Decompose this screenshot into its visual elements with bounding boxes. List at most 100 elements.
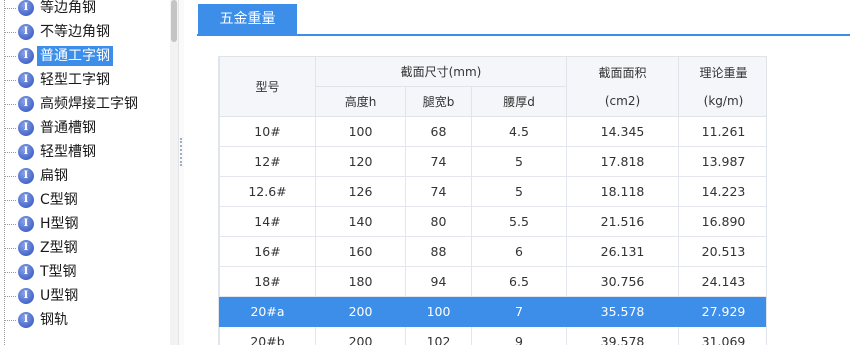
cell-h[interactable]: 180 <box>315 266 406 297</box>
cell-weight[interactable]: 27.929 <box>678 296 766 327</box>
tree-item[interactable]: I Z型钢 <box>0 236 170 260</box>
cell-b[interactable]: 102 <box>405 326 472 345</box>
cell-model[interactable]: 12.6# <box>219 176 316 207</box>
tree-item-label[interactable]: 不等边角钢 <box>37 22 113 42</box>
tab-hardware-weight[interactable]: 五金重量 <box>198 4 297 35</box>
tree-item-label[interactable]: 轻型工字钢 <box>37 70 113 90</box>
tree-item-label[interactable]: H型钢 <box>37 214 82 234</box>
cell-weight[interactable]: 14.223 <box>678 176 766 207</box>
tree-item[interactable]: I C型钢 <box>0 188 170 212</box>
tree-item[interactable]: I 轻型工字钢 <box>0 68 170 92</box>
cell-h[interactable]: 160 <box>315 236 406 267</box>
tree-branch-line <box>4 80 16 81</box>
tree-item[interactable]: I 普通工字钢 <box>0 44 170 68</box>
steel-type-icon: I <box>18 264 34 280</box>
sidebar-scrollbar[interactable] <box>170 0 178 345</box>
cell-area[interactable]: 30.756 <box>566 266 679 297</box>
cell-weight[interactable]: 13.987 <box>678 146 766 177</box>
cell-model[interactable]: 18# <box>219 266 316 297</box>
cell-b[interactable]: 74 <box>405 176 472 207</box>
main-content: 五金重量 型号 截面尺寸(mm) 截面面积 (cm2) 理论重量 (kg/m) <box>185 0 850 345</box>
header-leg-width[interactable]: 腿宽b <box>405 86 472 117</box>
cell-area[interactable]: 35.578 <box>566 296 679 327</box>
steel-type-icon: I <box>18 0 34 16</box>
tree-item-label[interactable]: C型钢 <box>37 190 81 210</box>
cell-model[interactable]: 10# <box>219 116 316 147</box>
cell-h[interactable]: 200 <box>315 326 406 345</box>
table-row[interactable]: 18# 180 94 6.5 30.756 24.143 <box>219 266 766 297</box>
table-row[interactable]: 16# 160 88 6 26.131 20.513 <box>219 236 766 267</box>
table-row[interactable]: 10# 100 68 4.5 14.345 11.261 <box>219 116 766 147</box>
tree-item[interactable]: I H型钢 <box>0 212 170 236</box>
tree-item-label[interactable]: 扁钢 <box>37 166 71 186</box>
tree-item-label[interactable]: 轻型槽钢 <box>37 142 99 162</box>
tree-item-label[interactable]: T型钢 <box>37 262 80 282</box>
cell-area[interactable]: 26.131 <box>566 236 679 267</box>
cell-model[interactable]: 20#a <box>219 296 316 327</box>
splitter-grip-icon[interactable] <box>180 138 182 166</box>
header-weight-unit: (kg/m) <box>703 93 744 108</box>
cell-d[interactable]: 4.5 <box>471 116 567 147</box>
cell-model[interactable]: 14# <box>219 206 316 237</box>
cell-weight[interactable]: 16.890 <box>678 206 766 237</box>
cell-h[interactable]: 120 <box>315 146 406 177</box>
cell-d[interactable]: 5.5 <box>471 206 567 237</box>
tree-item[interactable]: I 不等边角钢 <box>0 20 170 44</box>
cell-b[interactable]: 88 <box>405 236 472 267</box>
table-row[interactable]: 14# 140 80 5.5 21.516 16.890 <box>219 206 766 237</box>
tree-item[interactable]: I T型钢 <box>0 260 170 284</box>
header-model[interactable]: 型号 <box>219 56 316 117</box>
tree-item-label[interactable]: 普通槽钢 <box>37 118 99 138</box>
table-row[interactable]: 12.6# 126 74 5 18.118 14.223 <box>219 176 766 207</box>
header-weight[interactable]: 理论重量 (kg/m) <box>678 56 766 117</box>
tree-item-label[interactable]: 等边角钢 <box>37 0 99 18</box>
tree-item-label[interactable]: 普通工字钢 <box>37 46 113 66</box>
cell-area[interactable]: 39.578 <box>566 326 679 345</box>
cell-b[interactable]: 100 <box>405 296 472 327</box>
header-area[interactable]: 截面面积 (cm2) <box>566 56 679 117</box>
cell-area[interactable]: 17.818 <box>566 146 679 177</box>
cell-d[interactable]: 9 <box>471 326 567 345</box>
tree-item-label[interactable]: U型钢 <box>37 286 81 306</box>
header-waist-thickness[interactable]: 腰厚d <box>471 86 567 117</box>
table-row[interactable]: 20#b 200 102 9 39.578 31.069 <box>219 326 766 345</box>
cell-area[interactable]: 18.118 <box>566 176 679 207</box>
cell-b[interactable]: 94 <box>405 266 472 297</box>
tree-item[interactable]: I 扁钢 <box>0 164 170 188</box>
tree-item-label[interactable]: 钢轨 <box>37 310 71 330</box>
cell-weight[interactable]: 11.261 <box>678 116 766 147</box>
cell-area[interactable]: 21.516 <box>566 206 679 237</box>
cell-h[interactable]: 140 <box>315 206 406 237</box>
tree-item-label[interactable]: Z型钢 <box>37 238 81 258</box>
cell-model[interactable]: 12# <box>219 146 316 177</box>
tree-item[interactable]: I 轻型槽钢 <box>0 140 170 164</box>
sidebar-scroll-thumb[interactable] <box>171 0 177 42</box>
tree-item-label[interactable]: 高频焊接工字钢 <box>37 94 141 114</box>
cell-h[interactable]: 126 <box>315 176 406 207</box>
panel-splitter[interactable] <box>178 0 184 345</box>
cell-h[interactable]: 100 <box>315 116 406 147</box>
cell-b[interactable]: 74 <box>405 146 472 177</box>
cell-weight[interactable]: 20.513 <box>678 236 766 267</box>
cell-d[interactable]: 6.5 <box>471 266 567 297</box>
tree-item[interactable]: I 等边角钢 <box>0 0 170 20</box>
cell-model[interactable]: 20#b <box>219 326 316 345</box>
tree-item[interactable]: I U型钢 <box>0 284 170 308</box>
cell-h[interactable]: 200 <box>315 296 406 327</box>
cell-d[interactable]: 5 <box>471 176 567 207</box>
cell-weight[interactable]: 31.069 <box>678 326 766 345</box>
table-row[interactable]: 12# 120 74 5 17.818 13.987 <box>219 146 766 177</box>
header-height[interactable]: 高度h <box>315 86 406 117</box>
tree-item[interactable]: I 高频焊接工字钢 <box>0 92 170 116</box>
cell-b[interactable]: 80 <box>405 206 472 237</box>
cell-area[interactable]: 14.345 <box>566 116 679 147</box>
tree-item[interactable]: I 钢轨 <box>0 308 170 332</box>
cell-d[interactable]: 6 <box>471 236 567 267</box>
cell-d[interactable]: 7 <box>471 296 567 327</box>
cell-weight[interactable]: 24.143 <box>678 266 766 297</box>
cell-model[interactable]: 16# <box>219 236 316 267</box>
cell-b[interactable]: 68 <box>405 116 472 147</box>
tree-item[interactable]: I 普通槽钢 <box>0 116 170 140</box>
cell-d[interactable]: 5 <box>471 146 567 177</box>
table-row[interactable]: 20#a 200 100 7 35.578 27.929 <box>219 296 766 327</box>
